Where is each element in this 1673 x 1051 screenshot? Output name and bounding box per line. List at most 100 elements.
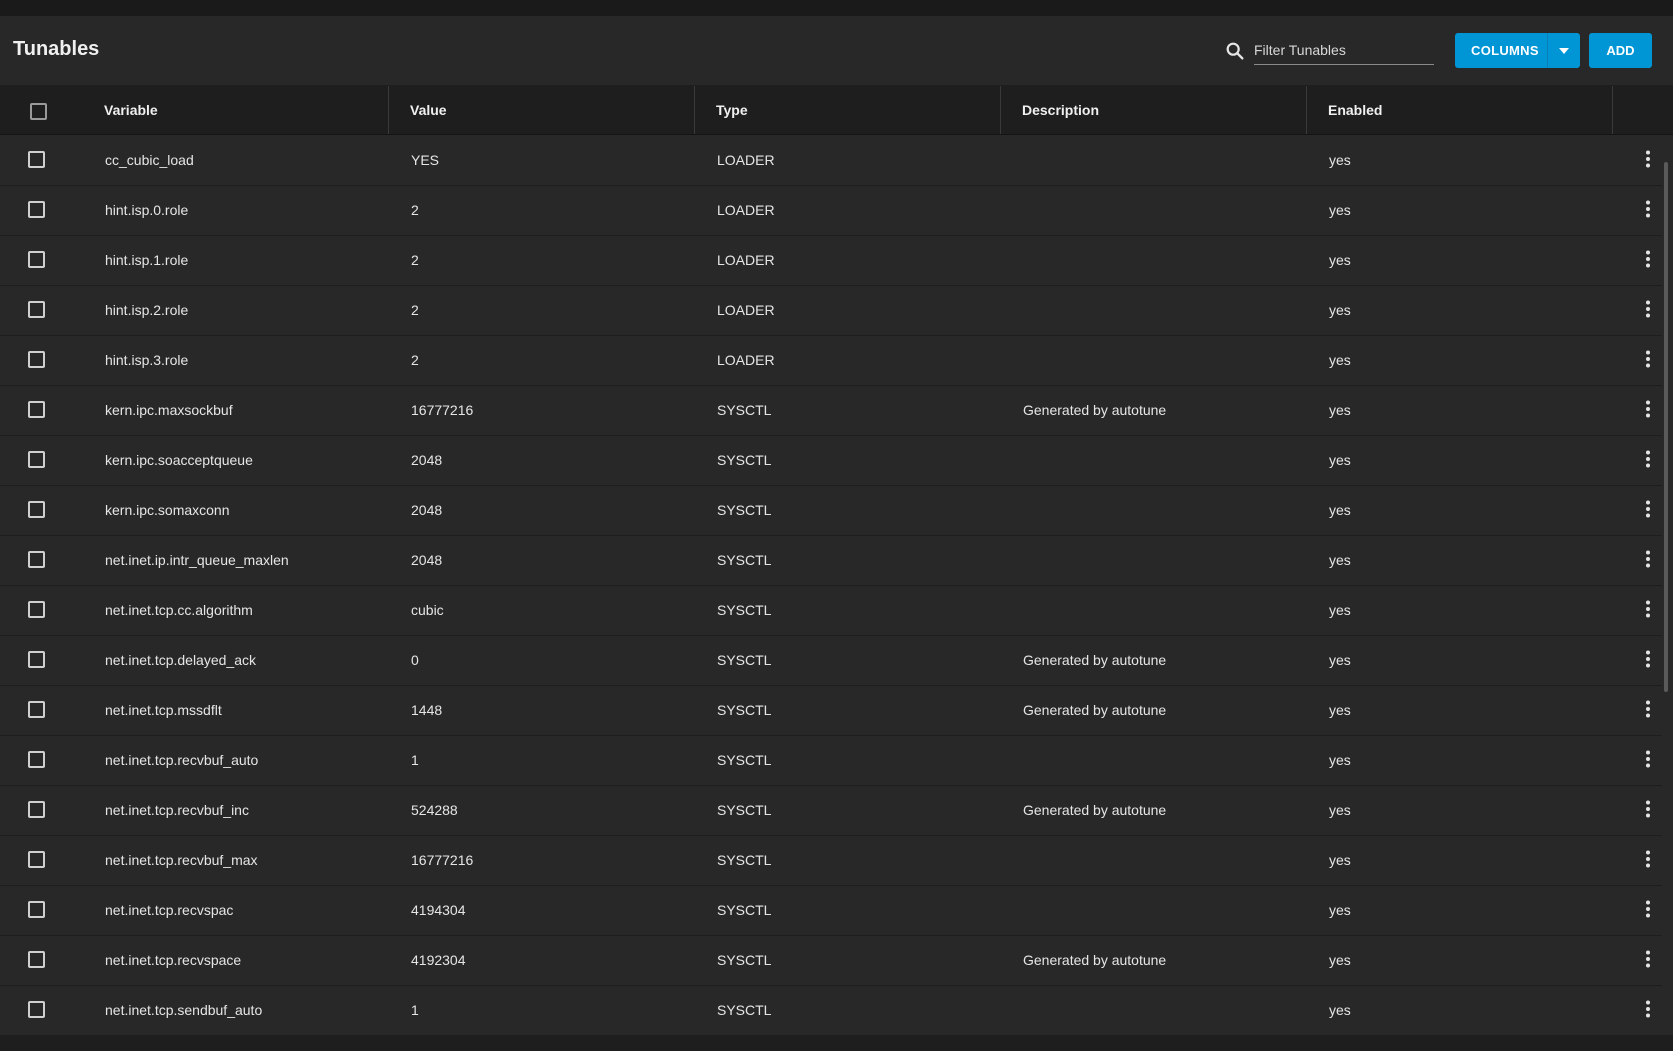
column-header-value[interactable]: Value	[410, 86, 447, 134]
more-vertical-icon[interactable]	[1638, 199, 1658, 219]
row-checkbox[interactable]	[28, 201, 45, 218]
variable-cell: net.inet.tcp.recvspace	[105, 952, 242, 968]
value-cell: 2	[411, 352, 419, 368]
variable-cell: net.inet.tcp.delayed_ack	[105, 652, 256, 668]
table-row[interactable]: net.inet.tcp.recvbuf_max 16777216 SYSCTL ye…	[0, 835, 1662, 886]
more-vertical-icon[interactable]	[1638, 699, 1658, 719]
more-vertical-icon[interactable]	[1638, 549, 1658, 569]
caret-down-icon[interactable]	[1559, 48, 1569, 54]
more-vertical-icon[interactable]	[1638, 499, 1658, 519]
description-cell: Generated by autotune	[1023, 802, 1167, 818]
variable-cell: net.inet.tcp.recvbuf_max	[105, 852, 258, 868]
row-checkbox[interactable]	[28, 601, 45, 618]
search-icon[interactable]	[1224, 40, 1246, 62]
row-checkbox[interactable]	[28, 901, 45, 918]
row-checkbox[interactable]	[28, 251, 45, 268]
column-header-variable[interactable]: Variable	[104, 86, 158, 134]
add-button[interactable]: ADD	[1589, 33, 1652, 68]
table-row[interactable]: hint.isp.3.role 2 LOADER yes	[0, 335, 1662, 386]
more-vertical-icon[interactable]	[1638, 599, 1658, 619]
row-checkbox[interactable]	[28, 801, 45, 818]
type-cell: SYSCTL	[717, 902, 772, 918]
row-checkbox[interactable]	[28, 701, 45, 718]
row-checkbox[interactable]	[28, 951, 45, 968]
more-vertical-icon[interactable]	[1638, 799, 1658, 819]
more-vertical-icon[interactable]	[1638, 999, 1658, 1019]
enabled-cell: yes	[1329, 702, 1351, 718]
table-row[interactable]: kern.ipc.soacceptqueue 2048 SYSCTL yes	[0, 435, 1662, 486]
vertical-scrollbar[interactable]	[1664, 162, 1668, 692]
row-checkbox[interactable]	[28, 151, 45, 168]
value-cell: 0	[411, 652, 419, 668]
table-row[interactable]: cc_cubic_load YES LOADER yes	[0, 135, 1662, 186]
type-cell: SYSCTL	[717, 752, 772, 768]
table-row[interactable]: net.inet.tcp.delayed_ack 0 SYSCTL Generated…	[0, 635, 1662, 686]
row-checkbox[interactable]	[28, 451, 45, 468]
enabled-cell: yes	[1329, 652, 1351, 668]
variable-cell: net.inet.tcp.mssdflt	[105, 702, 222, 718]
more-vertical-icon[interactable]	[1638, 649, 1658, 669]
value-cell: 1	[411, 1002, 419, 1018]
columns-button[interactable]: COLUMNS	[1455, 33, 1580, 68]
table-row[interactable]: net.inet.tcp.mssdflt 1448 SYSCTL Generated …	[0, 685, 1662, 736]
more-vertical-icon[interactable]	[1638, 449, 1658, 469]
type-cell: SYSCTL	[717, 402, 772, 418]
variable-cell: net.inet.tcp.recvspac	[105, 902, 234, 918]
table-row[interactable]: net.inet.tcp.recvbuf_inc 524288 SYSCTL Gene…	[0, 785, 1662, 836]
column-header-enabled[interactable]: Enabled	[1328, 86, 1382, 134]
enabled-cell: yes	[1329, 352, 1351, 368]
value-cell: 2	[411, 302, 419, 318]
more-vertical-icon[interactable]	[1638, 749, 1658, 769]
table-row[interactable]: net.inet.tcp.recvbuf_auto 1 SYSCTL yes	[0, 735, 1662, 786]
table-row[interactable]: hint.isp.2.role 2 LOADER yes	[0, 285, 1662, 336]
table-row[interactable]: hint.isp.1.role 2 LOADER yes	[0, 235, 1662, 286]
more-vertical-icon[interactable]	[1638, 349, 1658, 369]
table-row[interactable]: kern.ipc.somaxconn 2048 SYSCTL yes	[0, 485, 1662, 536]
type-cell: SYSCTL	[717, 702, 772, 718]
table-row[interactable]: net.inet.tcp.sendbuf_auto 1 SYSCTL yes	[0, 985, 1662, 1036]
type-cell: SYSCTL	[717, 602, 772, 618]
table-header: Variable Value Type Description Enabled	[0, 86, 1673, 135]
table-row[interactable]: net.inet.tcp.cc.algorithm cubic SYSCTL yes	[0, 585, 1662, 636]
enabled-cell: yes	[1329, 752, 1351, 768]
row-checkbox[interactable]	[28, 751, 45, 768]
filter-tunables-input[interactable]	[1254, 36, 1434, 65]
table-row[interactable]: net.inet.tcp.recvspace 4192304 SYSCTL Gener…	[0, 935, 1662, 986]
more-vertical-icon[interactable]	[1638, 399, 1658, 419]
value-cell: 16777216	[411, 402, 474, 418]
select-all-checkbox[interactable]	[30, 103, 47, 120]
row-checkbox[interactable]	[28, 851, 45, 868]
more-vertical-icon[interactable]	[1638, 949, 1658, 969]
row-checkbox[interactable]	[28, 501, 45, 518]
table-row[interactable]: kern.ipc.maxsockbuf 16777216 SYSCTL Generat…	[0, 385, 1662, 436]
column-header-type[interactable]: Type	[716, 86, 748, 134]
more-vertical-icon[interactable]	[1638, 149, 1658, 169]
column-header-description[interactable]: Description	[1022, 86, 1099, 134]
type-cell: LOADER	[717, 152, 775, 168]
variable-cell: net.inet.tcp.cc.algorithm	[105, 602, 253, 618]
row-checkbox[interactable]	[28, 1001, 45, 1018]
variable-cell: kern.ipc.soacceptqueue	[105, 452, 253, 468]
top-bar	[0, 0, 1673, 16]
row-checkbox[interactable]	[28, 401, 45, 418]
row-checkbox[interactable]	[28, 301, 45, 318]
table-row[interactable]: hint.isp.0.role 2 LOADER yes	[0, 185, 1662, 236]
enabled-cell: yes	[1329, 202, 1351, 218]
table-row[interactable]: net.inet.ip.intr_queue_maxlen 2048 SYSCTL y…	[0, 535, 1662, 586]
enabled-cell: yes	[1329, 252, 1351, 268]
row-checkbox[interactable]	[28, 351, 45, 368]
more-vertical-icon[interactable]	[1638, 249, 1658, 269]
type-cell: LOADER	[717, 202, 775, 218]
value-cell: 524288	[411, 802, 458, 818]
tunables-card: Tunables COLUMNS ADD Variable Value Type…	[0, 16, 1673, 1036]
table-row[interactable]: net.inet.tcp.recvspac 4194304 SYSCTL yes	[0, 885, 1662, 936]
enabled-cell: yes	[1329, 552, 1351, 568]
card-toolbar: Tunables COLUMNS ADD	[0, 16, 1673, 86]
row-checkbox[interactable]	[28, 551, 45, 568]
variable-cell: cc_cubic_load	[105, 152, 194, 168]
more-vertical-icon[interactable]	[1638, 899, 1658, 919]
row-checkbox[interactable]	[28, 651, 45, 668]
more-vertical-icon[interactable]	[1638, 849, 1658, 869]
more-vertical-icon[interactable]	[1638, 299, 1658, 319]
description-cell: Generated by autotune	[1023, 702, 1167, 718]
